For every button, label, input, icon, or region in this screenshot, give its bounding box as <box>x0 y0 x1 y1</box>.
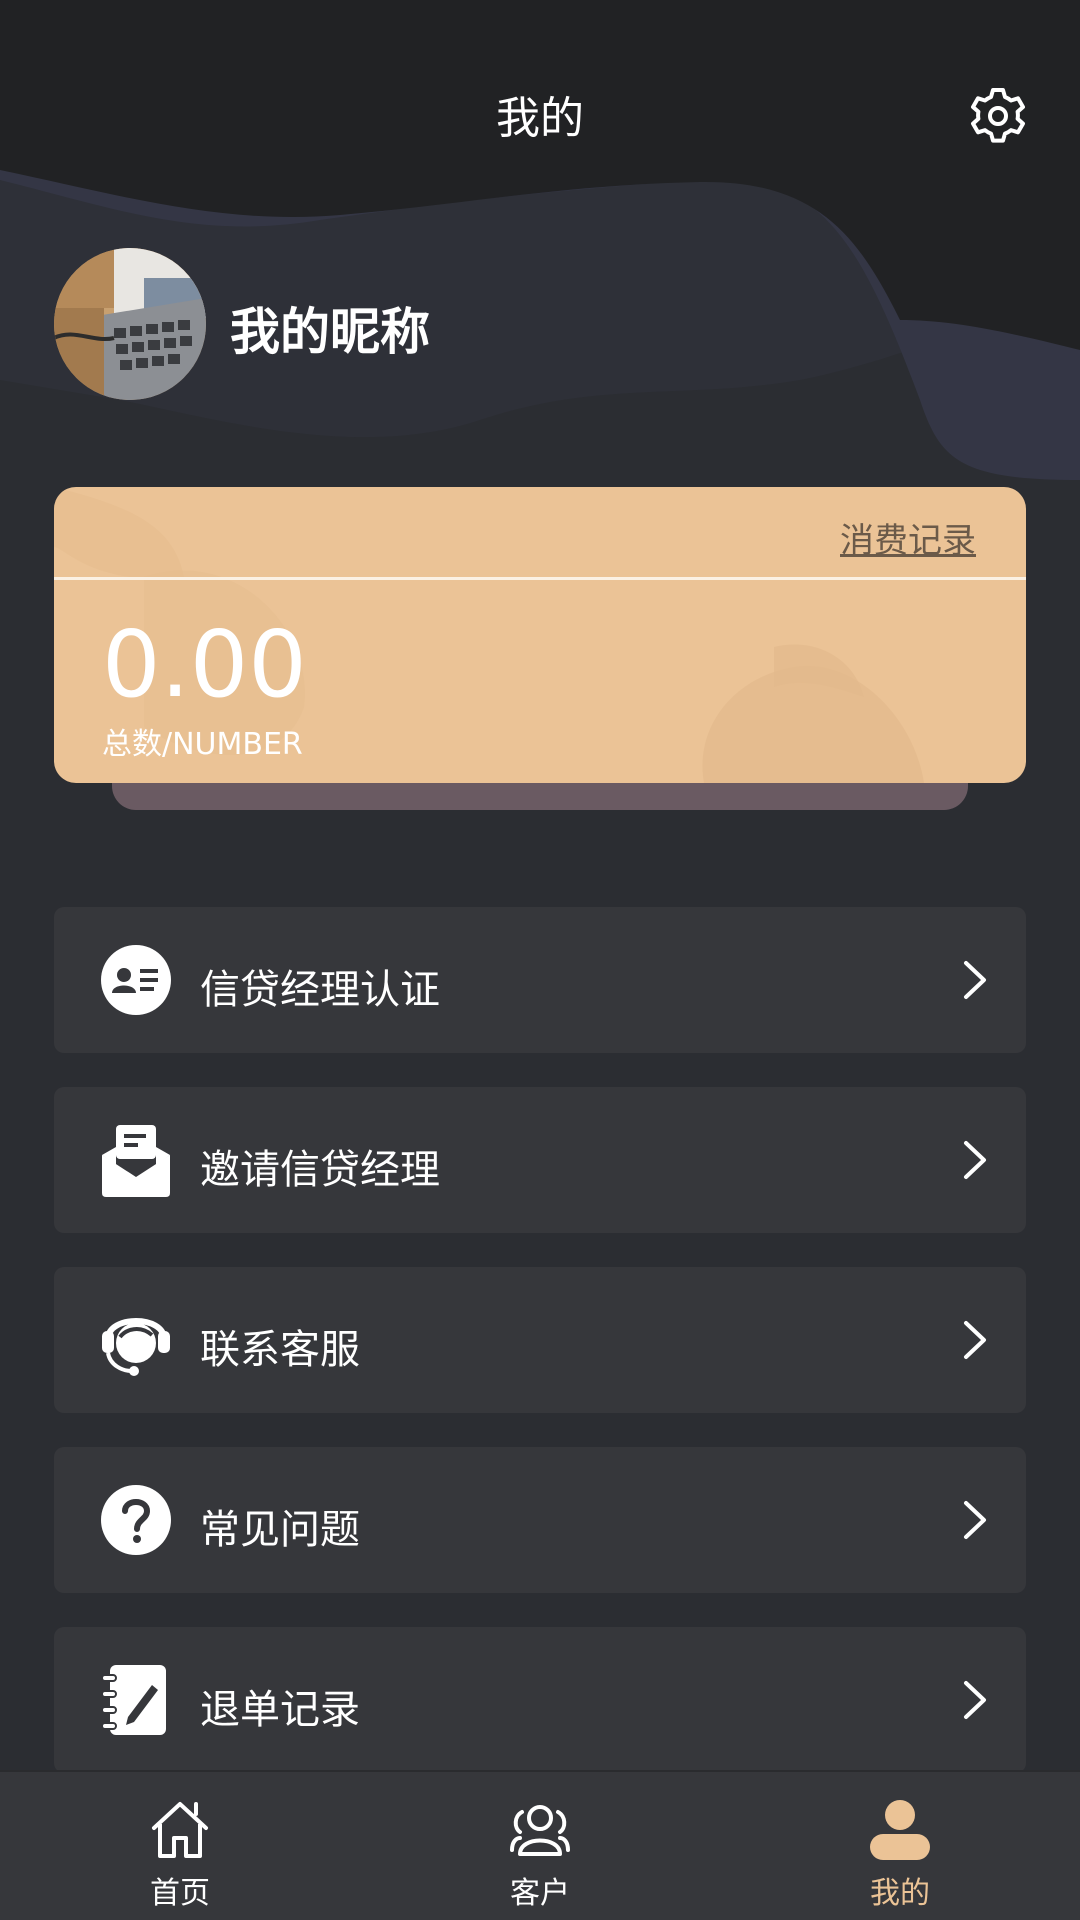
nickname: 我的昵称 <box>230 303 430 361</box>
chevron-right-icon <box>960 1317 990 1363</box>
menu-item-label: 退单记录 <box>200 1687 360 1733</box>
menu-item-label: 邀请信贷经理 <box>200 1147 440 1193</box>
menu-item-refund-records[interactable]: 退单记录 <box>54 1627 1026 1773</box>
tab-customers[interactable]: 客户 <box>360 1772 720 1920</box>
menu-item-label: 信贷经理认证 <box>200 967 440 1013</box>
consumption-record-link[interactable]: 消费记录 <box>840 513 976 562</box>
chevron-right-icon <box>960 957 990 1003</box>
home-icon <box>148 1798 212 1862</box>
tab-label: 客户 <box>510 1876 570 1911</box>
notebook-pen-icon <box>100 1661 172 1739</box>
chevron-right-icon <box>960 1137 990 1183</box>
menu-item-label: 常见问题 <box>200 1507 360 1553</box>
balance-card: 消费记录 0.00 总数/NUMBER <box>54 487 1026 783</box>
tab-bar: 首页 客户 我的 <box>0 1770 1080 1920</box>
envelope-icon <box>100 1121 172 1199</box>
chevron-right-icon <box>960 1497 990 1543</box>
tab-label: 首页 <box>150 1876 210 1911</box>
card-divider <box>54 577 1026 580</box>
headset-icon <box>100 1301 172 1379</box>
users-icon <box>508 1798 572 1862</box>
gear-icon[interactable] <box>966 84 1030 148</box>
top-bar: 我的 <box>0 0 1080 230</box>
menu-item-invite-manager[interactable]: 邀请信贷经理 <box>54 1087 1026 1233</box>
tab-label: 我的 <box>870 1876 930 1911</box>
chevron-right-icon <box>960 1677 990 1723</box>
profile-section[interactable]: 我的昵称 <box>54 248 954 402</box>
tab-home[interactable]: 首页 <box>0 1772 360 1920</box>
id-card-icon <box>100 941 172 1019</box>
page-title: 我的 <box>496 93 584 144</box>
avatar[interactable] <box>54 248 206 400</box>
question-icon <box>100 1481 172 1559</box>
menu-item-contact-support[interactable]: 联系客服 <box>54 1267 1026 1413</box>
menu-item-faq[interactable]: 常见问题 <box>54 1447 1026 1593</box>
balance-value: 0.00 <box>102 611 307 718</box>
menu-item-label: 联系客服 <box>200 1327 360 1373</box>
balance-caption: 总数/NUMBER <box>102 727 303 762</box>
menu-item-manager-certification[interactable]: 信贷经理认证 <box>54 907 1026 1053</box>
tab-mine[interactable]: 我的 <box>720 1772 1080 1920</box>
person-icon <box>868 1798 932 1862</box>
